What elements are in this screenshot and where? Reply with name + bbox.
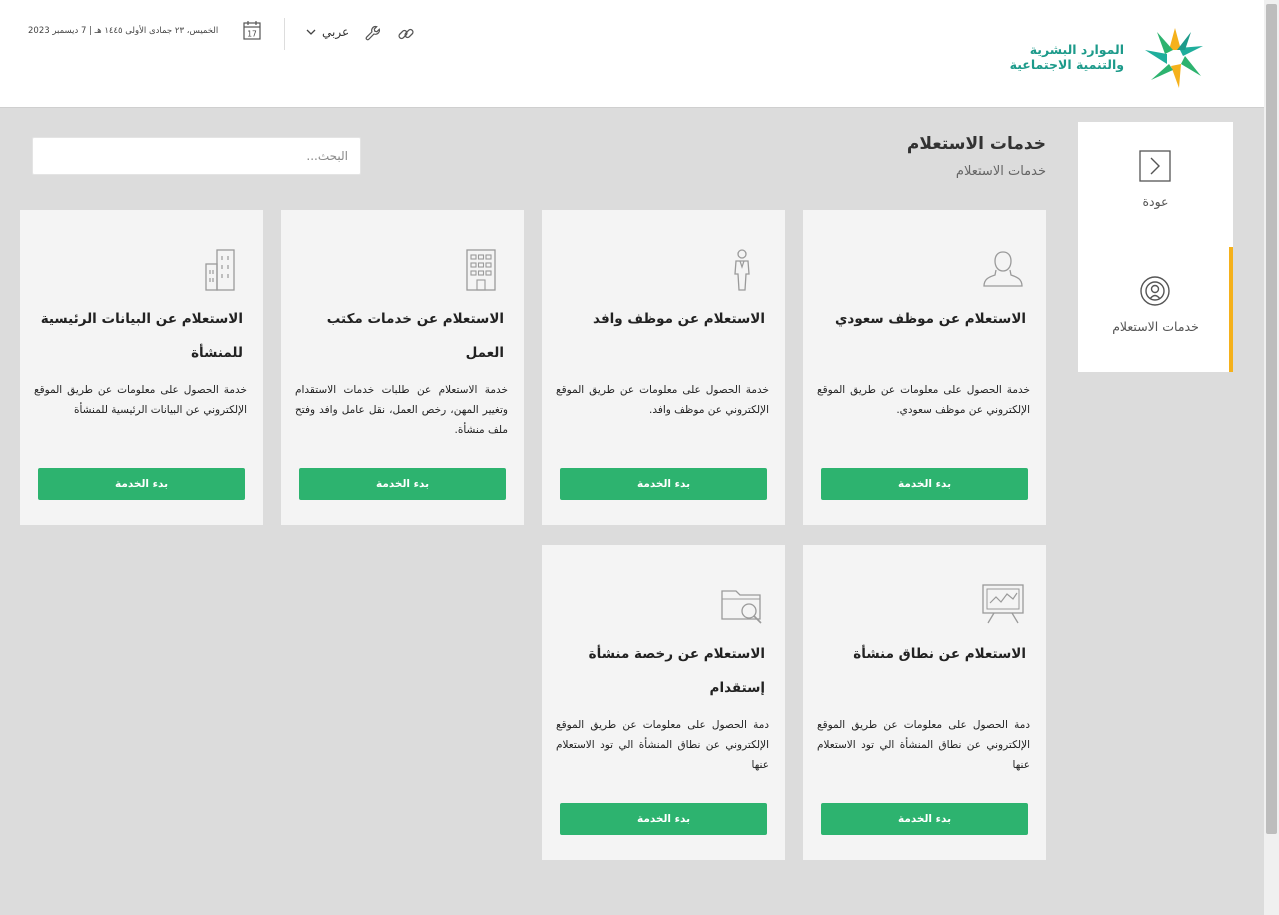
card-title: الاستعلام عن البيانات الرئيسية للمنشأة xyxy=(40,311,243,361)
start-service-button[interactable]: بدء الخدمة xyxy=(821,468,1028,500)
side-panel: عودة خدمات الاستعلام xyxy=(1078,122,1233,372)
wrench-icon[interactable] xyxy=(364,24,382,42)
page-title: خدمات الاستعلام xyxy=(906,134,1046,154)
card-title: الاستعلام عن موظف سعودي xyxy=(835,311,1026,327)
user-icon xyxy=(983,251,1023,287)
header-date: الخميس، ٢٣ جمادى الأولى ١٤٤٥ هـ | 7 ديسم… xyxy=(28,26,219,36)
logo-line-1: الموارد البشرية xyxy=(1029,42,1124,57)
buildings-icon xyxy=(205,249,235,291)
search-input[interactable] xyxy=(32,137,361,175)
service-card-establishment-range: الاستعلام عن نطاق منشأة دمة الحصول على م… xyxy=(803,545,1046,860)
chart-board-icon xyxy=(982,584,1024,624)
header-bar: الموارد البشرية والتنمية الاجتماعية الخم… xyxy=(0,0,1264,108)
logo-line-2: والتنمية الاجتماعية xyxy=(1009,57,1124,72)
sidebar-item-inquiry-services[interactable]: خدمات الاستعلام xyxy=(1078,247,1233,372)
service-card-recruitment-license: الاستعلام عن رخصة منشأة إستقدام دمة الحص… xyxy=(542,545,785,860)
sidebar-item-back[interactable]: عودة xyxy=(1078,122,1233,247)
service-card-labor-office: الاستعلام عن خدمات مكتب العمل خدمة الاست… xyxy=(281,210,524,525)
service-card-saudi-employee: الاستعلام عن موظف سعودي خدمة الحصول على … xyxy=(803,210,1046,525)
language-label: عربي xyxy=(322,25,350,39)
start-service-button[interactable]: بدء الخدمة xyxy=(560,803,767,835)
card-title: الاستعلام عن رخصة منشأة إستقدام xyxy=(588,646,765,696)
logo-text: الموارد البشرية والتنمية الاجتماعية xyxy=(1008,42,1124,72)
start-service-button[interactable]: بدء الخدمة xyxy=(38,468,245,500)
vertical-scrollbar[interactable] xyxy=(1264,0,1279,915)
card-title: الاستعلام عن خدمات مكتب العمل xyxy=(326,311,504,361)
card-title: الاستعلام عن نطاق منشأة xyxy=(853,646,1026,662)
scrollbar-thumb[interactable] xyxy=(1266,4,1277,834)
building-icon xyxy=(466,249,496,291)
start-service-button[interactable]: بدء الخدمة xyxy=(560,468,767,500)
chevron-right-icon xyxy=(1139,150,1171,182)
person-icon xyxy=(734,249,750,291)
calendar-icon[interactable]: 17 xyxy=(243,20,261,40)
service-card-establishment-data: الاستعلام عن البيانات الرئيسية للمنشأة خ… xyxy=(20,210,263,525)
folder-search-icon xyxy=(721,590,762,624)
card-description: دمة الحصول على معلومات عن طريق الموقع ال… xyxy=(556,719,769,771)
card-description: خدمة الحصول على معلومات عن طريق الموقع ا… xyxy=(817,384,1030,416)
card-description: خدمة الحصول على معلومات عن طريق الموقع ا… xyxy=(34,384,247,416)
breadcrumb: خدمات الاستعلام xyxy=(955,164,1046,179)
card-description: خدمة الاستعلام عن طلبات خدمات الاستقدام … xyxy=(295,384,508,436)
link-icon[interactable] xyxy=(397,25,415,43)
sidebar-item-label: عودة xyxy=(1142,194,1169,209)
card-title: الاستعلام عن موظف وافد xyxy=(593,311,765,327)
logo-mark-icon xyxy=(1145,28,1203,88)
chevron-down-icon xyxy=(306,29,316,35)
app-root: الموارد البشرية والتنمية الاجتماعية الخم… xyxy=(0,0,1279,915)
ministry-logo[interactable]: الموارد البشرية والتنمية الاجتماعية xyxy=(1008,26,1208,90)
language-switcher[interactable]: عربي xyxy=(306,22,349,42)
service-card-expat-employee: الاستعلام عن موظف وافد خدمة الحصول على م… xyxy=(542,210,785,525)
start-service-button[interactable]: بدء الخدمة xyxy=(821,803,1028,835)
card-description: دمة الحصول على معلومات عن طريق الموقع ال… xyxy=(817,719,1030,771)
header-divider xyxy=(284,18,285,50)
calendar-day: 17 xyxy=(247,30,257,39)
start-service-button[interactable]: بدء الخدمة xyxy=(299,468,506,500)
sidebar-item-label: خدمات الاستعلام xyxy=(1112,319,1199,334)
broadcast-icon xyxy=(1140,276,1170,306)
card-description: خدمة الحصول على معلومات عن طريق الموقع ا… xyxy=(556,384,769,416)
